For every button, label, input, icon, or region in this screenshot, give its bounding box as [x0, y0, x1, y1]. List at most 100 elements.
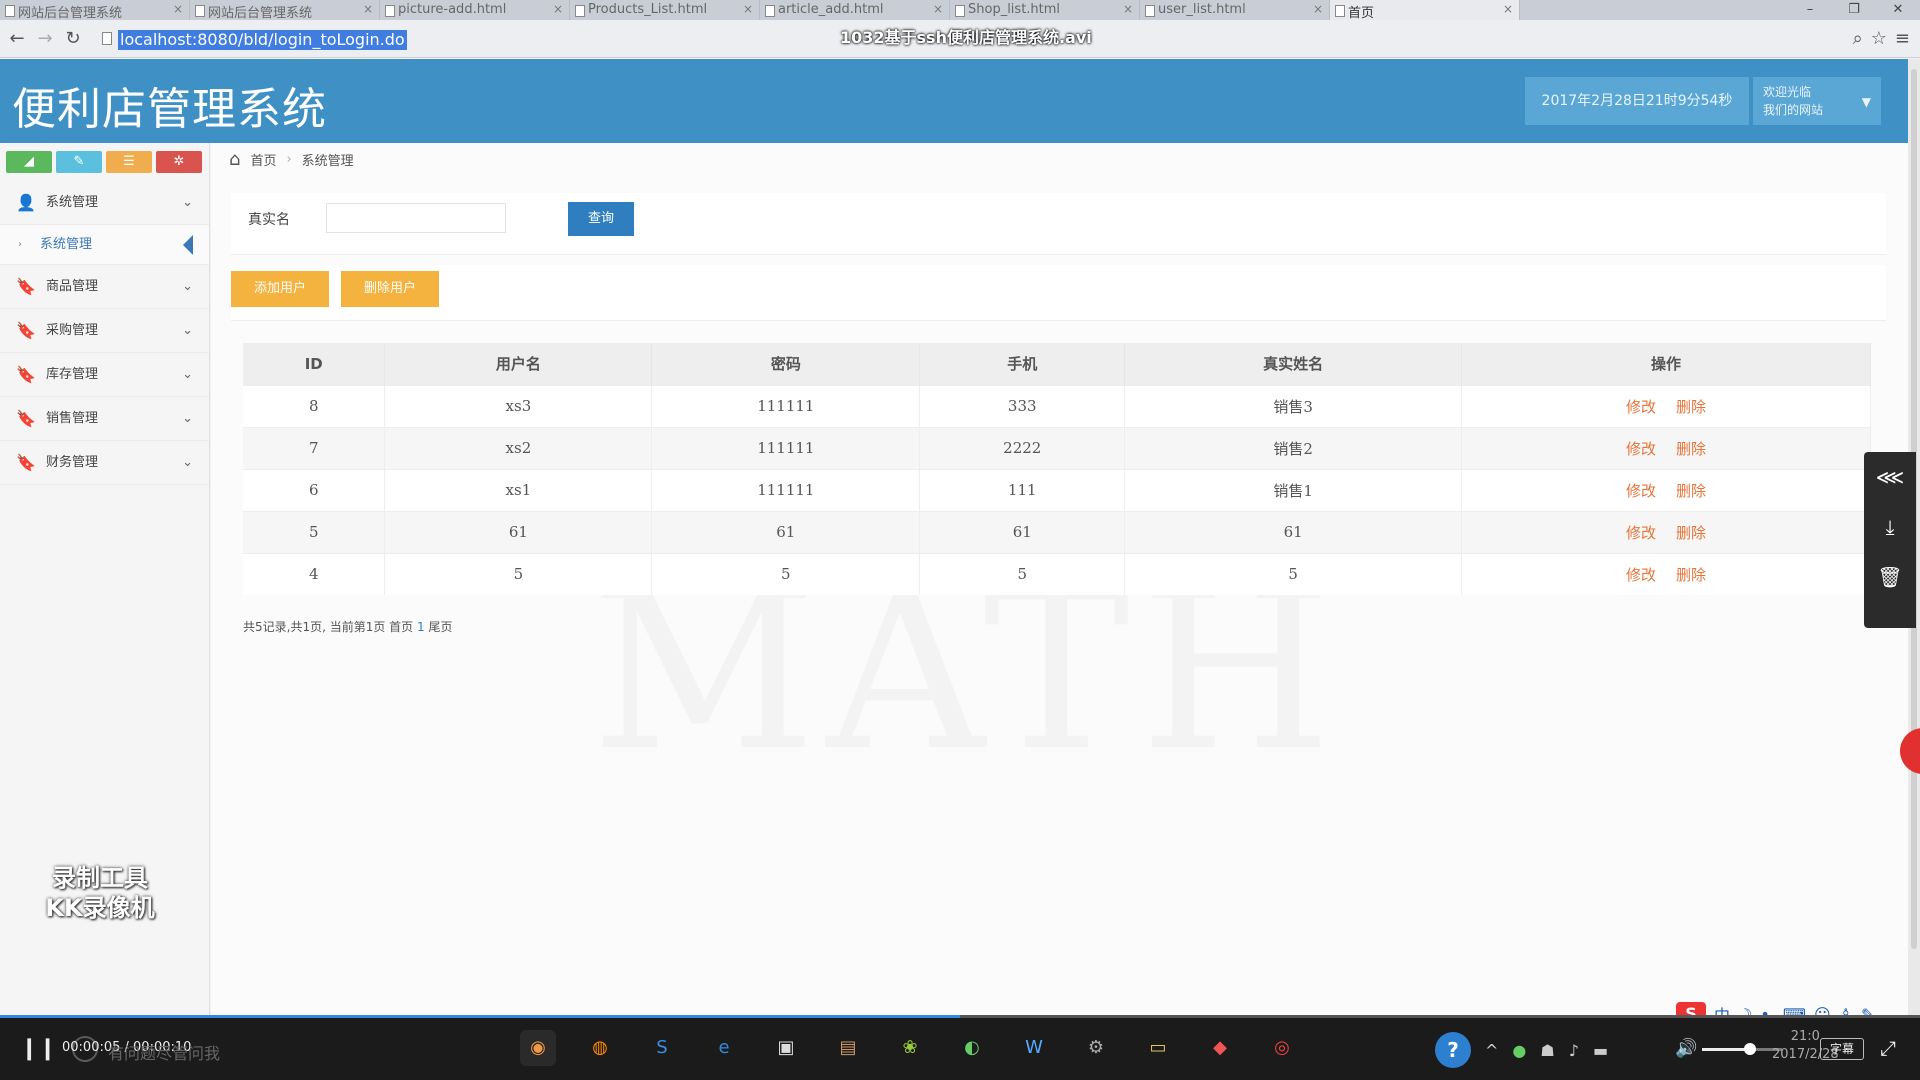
firefox-icon[interactable]: ◍ — [582, 1030, 618, 1066]
sidebar-item[interactable]: 🔖 采购管理 ⌄ — [0, 309, 209, 353]
table-cell: 5 — [384, 552, 653, 595]
browser-tab[interactable]: picture-add.html × — [380, 0, 570, 20]
browser-tab[interactable]: user_list.html × — [1140, 0, 1330, 20]
row-actions: 修改 删除 — [1461, 510, 1871, 553]
delete-user-button[interactable]: 删除用户 — [341, 271, 439, 307]
store-icon[interactable]: ▣ — [768, 1030, 804, 1066]
download-icon[interactable]: ⤓ — [1864, 502, 1916, 552]
users-icon[interactable]: ☰ — [106, 151, 152, 173]
tray-people-icon[interactable]: ☗ — [1540, 1041, 1554, 1060]
table-cell: 销售1 — [1124, 468, 1463, 511]
url-field[interactable]: localhost:8080/bld/login_toLogin.do — [118, 30, 407, 50]
submenu-item-system[interactable]: › 系统管理 — [0, 225, 209, 265]
table-row: 7 xs2 111111 2222 销售2 修改 删除 — [243, 426, 1871, 469]
table-cell: xs1 — [384, 468, 653, 511]
table-cell: 2222 — [919, 426, 1126, 469]
notepad-icon[interactable]: ▤ — [830, 1030, 866, 1066]
share-icon[interactable]: ⋘ — [1864, 452, 1916, 502]
tab-close-icon[interactable]: × — [1123, 2, 1133, 16]
breadcrumb-home[interactable]: 首页 — [250, 150, 276, 169]
home-icon[interactable]: ⌂ — [229, 149, 240, 170]
tray-green-icon[interactable]: ● — [1512, 1041, 1526, 1060]
app-title: 便利店管理系统 — [12, 84, 327, 135]
tray-speaker-icon[interactable]: ♪ — [1569, 1041, 1579, 1060]
fruit-app-icon[interactable]: ❀ — [892, 1030, 928, 1066]
sidebar-item[interactable]: 🔖 财务管理 ⌄ — [0, 441, 209, 485]
edge-icon[interactable]: e — [706, 1030, 742, 1066]
tab-close-icon[interactable]: × — [363, 2, 373, 16]
delete-link[interactable]: 删除 — [1676, 566, 1706, 584]
folder-icon[interactable]: ▭ — [1140, 1030, 1176, 1066]
word-icon[interactable]: W — [1016, 1030, 1052, 1066]
sogou-browser-icon[interactable]: S — [644, 1030, 680, 1066]
welcome-dropdown[interactable]: 欢迎光临 我们的网站 ▼ — [1753, 77, 1881, 125]
main-content: MATH ⌂ 首页 › 系统管理 真实名 查询 添加用户 删除用户 ID 用户名密… — [211, 143, 1908, 1015]
sidebar-item[interactable]: 🔖 商品管理 ⌄ — [0, 265, 209, 309]
delete-link[interactable]: 删除 — [1676, 482, 1706, 500]
close-window-icon[interactable]: ✕ — [1876, 0, 1920, 20]
table-row: 6 xs1 111111 111 销售1 修改 删除 — [243, 468, 1871, 511]
tab-close-icon[interactable]: × — [1313, 2, 1323, 16]
tab-close-icon[interactable]: × — [1503, 2, 1513, 16]
green-app-icon[interactable]: ◐ — [954, 1030, 990, 1066]
volume-slider[interactable] — [1702, 1043, 1782, 1055]
volume-icon[interactable]: 🔊 — [1675, 1038, 1697, 1059]
browser-tab[interactable]: 网站后台管理系统 × — [190, 0, 380, 20]
star-icon[interactable]: ☆ — [1871, 28, 1887, 49]
chevron-up-icon[interactable]: ^ — [1485, 1041, 1498, 1060]
settings-icon[interactable]: ⚙ — [1078, 1030, 1114, 1066]
menu-icon[interactable]: ≡ — [1895, 28, 1910, 49]
table-cell: 61 — [1124, 510, 1463, 553]
search-button[interactable]: 查询 — [568, 202, 634, 236]
edit-link[interactable]: 修改 — [1626, 524, 1656, 542]
add-user-button[interactable]: 添加用户 — [231, 271, 329, 307]
chart-icon[interactable]: ◢ — [6, 151, 52, 173]
tab-close-icon[interactable]: × — [933, 2, 943, 16]
reload-icon[interactable]: ↻ — [62, 28, 84, 49]
edit-link[interactable]: 修改 — [1626, 566, 1656, 584]
browser-tab[interactable]: Shop_list.html × — [950, 0, 1140, 20]
pencil-icon[interactable]: ✎ — [56, 151, 102, 173]
sidebar-item[interactable]: 👤 系统管理 ⌄ — [0, 181, 209, 225]
fullscreen-icon[interactable]: ⤢ — [1880, 1036, 1896, 1060]
caret-down-icon: ▼ — [1861, 95, 1871, 109]
sidebar-item-label: 商品管理 — [46, 279, 99, 294]
pagination-last[interactable]: 尾页 — [428, 620, 452, 634]
delete-link[interactable]: 删除 — [1676, 398, 1706, 416]
pause-icon[interactable]: ❙❙ — [20, 1036, 57, 1061]
pagination-current[interactable]: 1 — [417, 620, 425, 634]
delete-link[interactable]: 删除 — [1676, 524, 1706, 542]
forward-icon[interactable]: → — [34, 28, 56, 49]
tab-close-icon[interactable]: × — [173, 2, 183, 16]
browser-tab[interactable]: Products_List.html × — [570, 0, 760, 20]
tray-battery-icon[interactable]: ▬ — [1593, 1041, 1608, 1060]
red-app-icon[interactable]: ◆ — [1202, 1030, 1238, 1066]
browser-tab[interactable]: 首页 × — [1330, 0, 1520, 20]
help-icon[interactable]: ? — [1435, 1032, 1471, 1068]
recorder-watermark-line-1: 录制工具 — [52, 864, 148, 892]
trash-icon[interactable]: 🗑 — [1864, 552, 1916, 602]
delete-link[interactable]: 删除 — [1676, 440, 1706, 458]
real-name-input[interactable] — [326, 203, 506, 233]
browser-tab[interactable]: 网站后台管理系统 × — [0, 0, 190, 20]
cogs-icon[interactable]: ✲ — [156, 151, 202, 173]
tab-close-icon[interactable]: × — [743, 2, 753, 16]
maximize-icon[interactable]: ❐ — [1832, 0, 1876, 20]
volume-knob[interactable] — [1744, 1043, 1756, 1055]
subtitle-button[interactable]: 字幕 — [1820, 1038, 1864, 1060]
taskbar-search-hint[interactable]: 有问题尽管问我 — [108, 1040, 220, 1064]
zoom-icon[interactable]: ⌕ — [1853, 28, 1863, 49]
tab-close-icon[interactable]: × — [553, 2, 563, 16]
back-icon[interactable]: ← — [6, 28, 28, 49]
table-cell: 61 — [651, 510, 921, 553]
browser-tab[interactable]: article_add.html × — [760, 0, 950, 20]
chrome-icon[interactable]: ◉ — [520, 1030, 556, 1066]
edit-link[interactable]: 修改 — [1626, 398, 1656, 416]
browser-tab-label: 网站后台管理系统 — [18, 6, 123, 20]
sidebar-item[interactable]: 🔖 库存管理 ⌄ — [0, 353, 209, 397]
edit-link[interactable]: 修改 — [1626, 482, 1656, 500]
minimize-icon[interactable]: – — [1788, 0, 1832, 20]
sidebar-item[interactable]: 🔖 销售管理 ⌄ — [0, 397, 209, 441]
recorder-icon[interactable]: ◎ — [1264, 1030, 1300, 1066]
edit-link[interactable]: 修改 — [1626, 440, 1656, 458]
